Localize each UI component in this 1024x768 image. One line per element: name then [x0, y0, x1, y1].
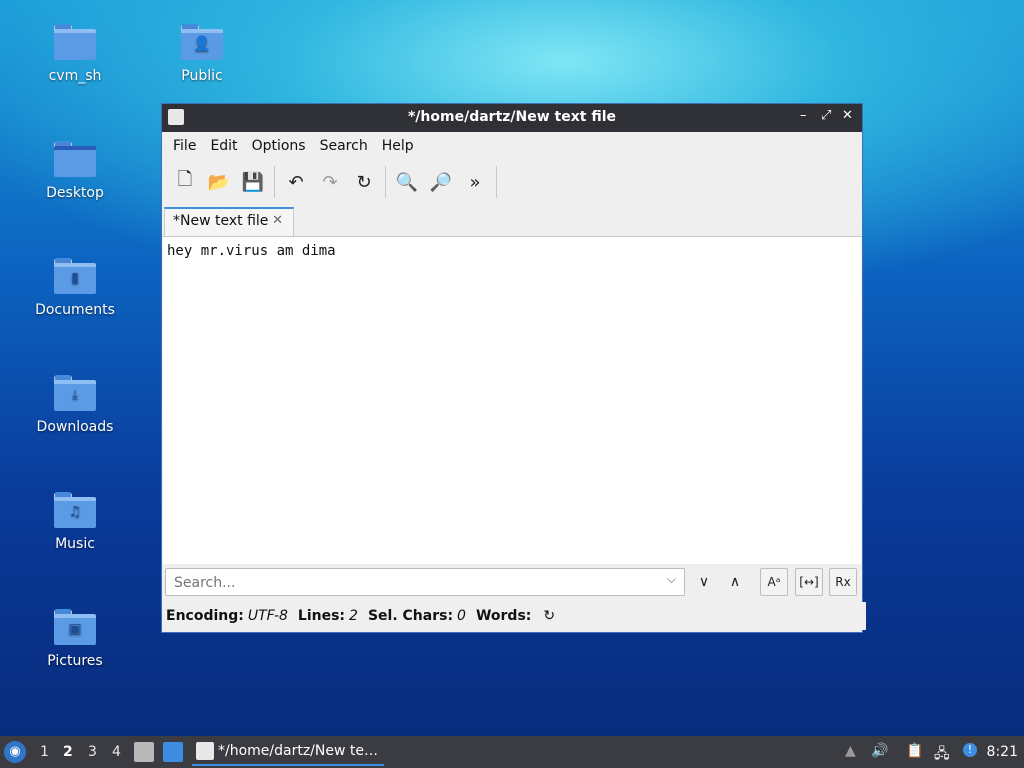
- show-desktop-icon[interactable]: [163, 742, 183, 762]
- encoding-label: Encoding:: [166, 608, 244, 624]
- tray-expand-icon[interactable]: ▲: [845, 743, 856, 759]
- folder-documents-icon: ▮: [54, 258, 96, 294]
- desktop-switch-1[interactable]: 1: [40, 744, 49, 760]
- words-label: Words:: [475, 608, 532, 624]
- desktop-icon-downloads[interactable]: ⤓ Downloads: [25, 375, 125, 435]
- text-editor-area[interactable]: hey mr.virus am dima: [163, 237, 861, 564]
- desktop-icon-music[interactable]: ♫ Music: [25, 492, 125, 552]
- close-button[interactable]: ✕: [842, 108, 853, 123]
- toolbar: 🗋 📂 💾 ↶ ↷ ↻ 🔍 🔎 »: [162, 160, 862, 204]
- match-case-button[interactable]: Aᵃ: [760, 568, 788, 596]
- tab-label: *New text file: [173, 213, 269, 229]
- save-icon[interactable]: 💾: [236, 165, 270, 199]
- network-icon[interactable]: 🖧: [934, 743, 950, 767]
- replace-icon[interactable]: 🔎: [424, 165, 458, 199]
- tab-new-text-file[interactable]: *New text file ✕: [164, 207, 294, 236]
- desktop-icon-documents[interactable]: ▮ Documents: [25, 258, 125, 318]
- search-combobox[interactable]: ⌵: [165, 568, 685, 596]
- new-file-icon[interactable]: 🗋: [168, 165, 202, 199]
- folder-downloads-icon: ⤓: [54, 375, 96, 411]
- menu-options[interactable]: Options: [245, 138, 313, 154]
- menu-bar: File Edit Options Search Help: [162, 132, 862, 160]
- minimize-button[interactable]: –: [800, 108, 807, 123]
- desktop-icon-pictures[interactable]: ▣ Pictures: [25, 609, 125, 669]
- refresh-icon[interactable]: ↻: [543, 608, 555, 624]
- status-bar: Encoding: UTF-8 Lines: 2 Sel. Chars: 0 W…: [162, 602, 866, 630]
- lines-value: 2: [349, 608, 358, 624]
- taskbar-window-button[interactable]: */home/dartz/New te…: [192, 738, 384, 766]
- menu-file[interactable]: File: [166, 138, 203, 154]
- find-next-icon[interactable]: ∨: [690, 568, 718, 596]
- desktop-icon-label: cvm_sh: [48, 68, 102, 84]
- open-folder-icon[interactable]: 📂: [202, 165, 236, 199]
- sel-chars-value: 0: [457, 608, 466, 624]
- file-manager-icon[interactable]: [134, 742, 154, 762]
- desktop-icon-label: Desktop: [46, 185, 104, 201]
- menu-help[interactable]: Help: [375, 138, 421, 154]
- start-menu-icon[interactable]: ◉: [4, 741, 26, 763]
- desktop-icon-cvm_sh[interactable]: cvm_sh: [25, 24, 125, 84]
- search-input[interactable]: [172, 570, 656, 596]
- taskbar: ◉ 1 2 3 4 */home/dartz/New te… ▲ 🔊 📋 🖧 !…: [0, 736, 1024, 768]
- folder-pictures-icon: ▣: [54, 609, 96, 645]
- desktop-icon-label: Pictures: [47, 653, 103, 669]
- text-editor-window: */home/dartz/New text file – ⤢ ✕ File Ed…: [161, 103, 866, 633]
- menu-search[interactable]: Search: [313, 138, 375, 154]
- clipboard-icon[interactable]: 📋: [906, 743, 923, 759]
- restore-button[interactable]: ⤢: [821, 108, 831, 123]
- more-icon[interactable]: »: [458, 165, 492, 199]
- desktop-icon-public[interactable]: 👤 Public: [152, 24, 252, 84]
- desktop-icon-label: Public: [181, 68, 223, 84]
- taskbar-window-label: */home/dartz/New te…: [218, 743, 378, 759]
- desktop-icon-label: Documents: [35, 302, 115, 318]
- update-notifier-icon[interactable]: !: [963, 743, 977, 757]
- window-titlebar[interactable]: */home/dartz/New text file – ⤢ ✕: [162, 104, 862, 132]
- editor-text: hey mr.virus am dima: [167, 243, 336, 259]
- sel-chars-label: Sel. Chars:: [367, 608, 454, 624]
- find-icon[interactable]: 🔍: [390, 165, 424, 199]
- menu-edit[interactable]: Edit: [203, 138, 244, 154]
- desktop-switch-2[interactable]: 2: [63, 744, 73, 760]
- text-editor-icon: [196, 742, 214, 760]
- desktop-switch-4[interactable]: 4: [112, 744, 121, 760]
- undo-icon[interactable]: ↶: [279, 165, 313, 199]
- toolbar-separator: [385, 166, 386, 198]
- clock[interactable]: 8:21: [987, 744, 1018, 760]
- reload-icon[interactable]: ↻: [347, 165, 381, 199]
- folder-icon: [54, 24, 96, 60]
- folder-public-icon: 👤: [181, 24, 223, 60]
- window-title: */home/dartz/New text file: [407, 109, 617, 125]
- tab-close-icon[interactable]: ✕: [272, 213, 283, 228]
- find-previous-icon[interactable]: ∧: [721, 568, 749, 596]
- encoding-value: UTF-8: [247, 608, 288, 624]
- tab-bar: *New text file ✕: [162, 204, 862, 237]
- folder-music-icon: ♫: [54, 492, 96, 528]
- redo-icon[interactable]: ↷: [313, 165, 347, 199]
- search-bar: ⌵ ∨ ∧ Aᵃ [↔] Rx: [162, 566, 862, 602]
- folder-desktop-icon: [54, 141, 96, 177]
- lines-label: Lines:: [297, 608, 346, 624]
- toolbar-separator: [274, 166, 275, 198]
- desktop-icon-label: Music: [55, 536, 95, 552]
- desktop-switch-3[interactable]: 3: [88, 744, 97, 760]
- volume-icon[interactable]: 🔊: [871, 743, 888, 759]
- chevron-down-icon[interactable]: ⌵: [667, 572, 676, 587]
- desktop-icon-label: Downloads: [36, 419, 114, 435]
- desktop-icon-desktop[interactable]: Desktop: [25, 141, 125, 201]
- regex-button[interactable]: Rx: [829, 568, 857, 596]
- toolbar-separator: [496, 166, 497, 198]
- whole-word-button[interactable]: [↔]: [795, 568, 823, 596]
